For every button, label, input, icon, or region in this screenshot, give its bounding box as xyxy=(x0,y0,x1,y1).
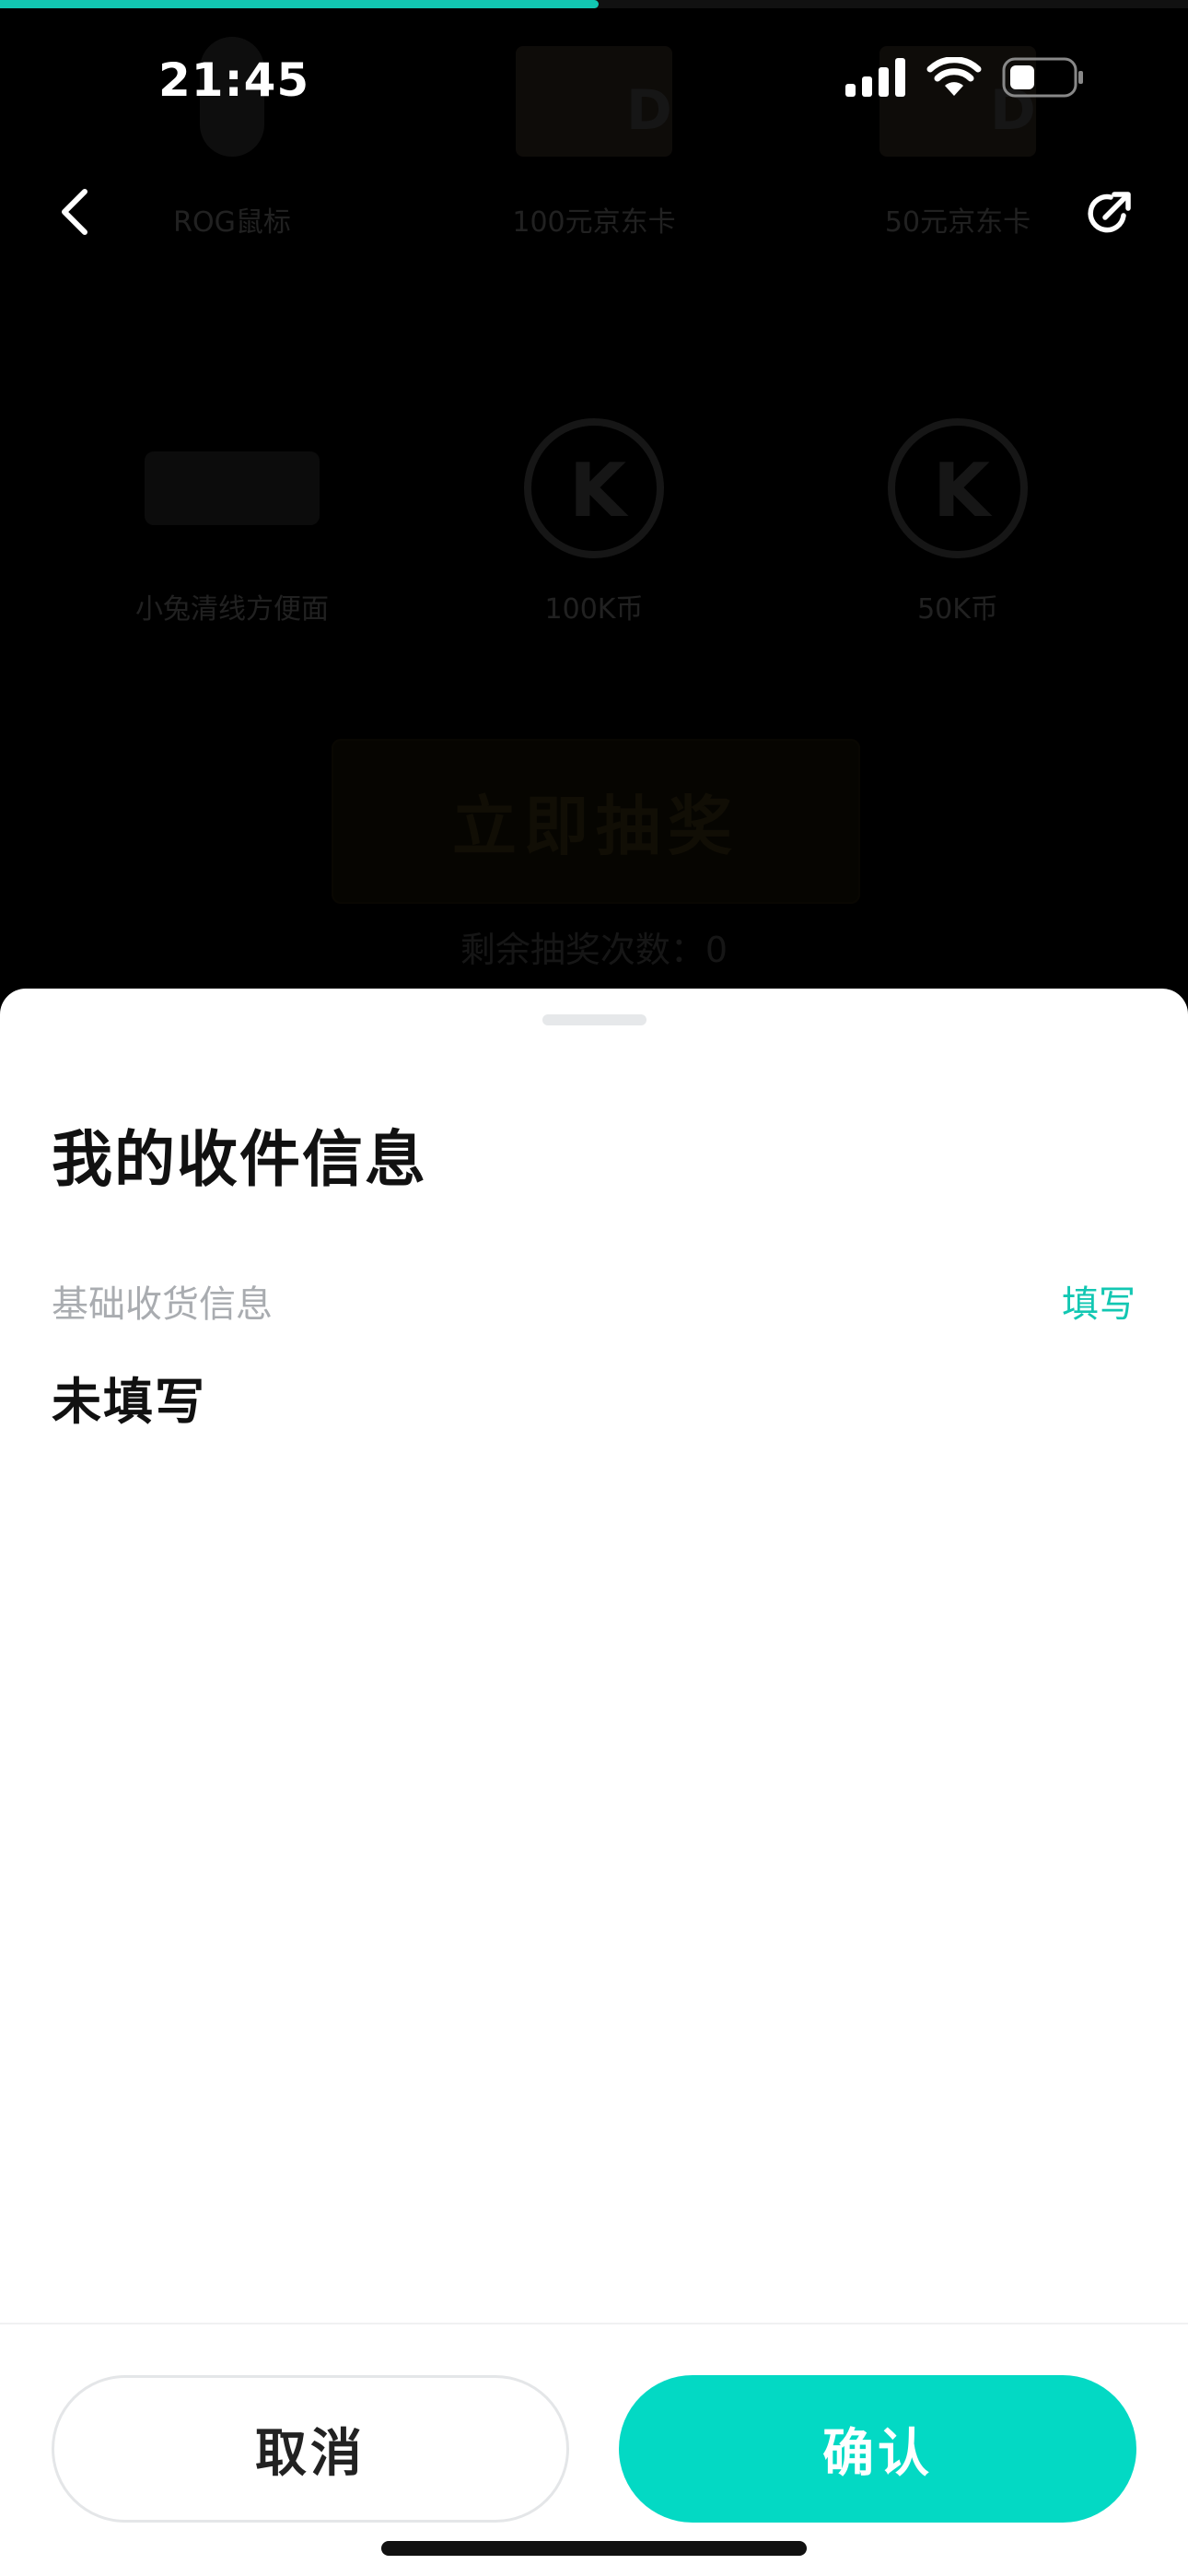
background-page-overlay: ROG鼠标 D 100元京东卡 D 50元京东卡 小兔清线方便面 K 100K币… xyxy=(0,0,1188,990)
footer-divider xyxy=(0,2323,1188,2324)
prize-item: K 100K币 xyxy=(447,415,741,626)
cancel-button[interactable]: 取消 xyxy=(52,2375,569,2523)
prize-item: D 100元京东卡 xyxy=(447,28,741,240)
prize-label: 100元京东卡 xyxy=(512,206,676,239)
remaining-draws-text: 剩余抽奖次数：0 xyxy=(460,930,728,970)
chevron-left-icon[interactable] xyxy=(55,184,94,240)
prize-item: 小兔清线方便面 xyxy=(85,415,379,626)
home-indicator xyxy=(381,2541,807,2556)
battery-icon xyxy=(1002,57,1083,98)
k-coin-icon: K xyxy=(888,418,1028,558)
confirm-button[interactable]: 确认 xyxy=(619,2375,1136,2523)
prize-label: 50K币 xyxy=(917,593,998,626)
fill-in-link[interactable]: 填写 xyxy=(1062,1274,1136,1328)
prize-label: 小兔清线方便面 xyxy=(135,593,329,626)
draw-now-button: 立即抽奖 xyxy=(332,739,860,904)
sheet-title: 我的收件信息 xyxy=(52,1124,427,1195)
gift-card-icon: D xyxy=(516,46,672,157)
svg-text:K: K xyxy=(933,448,993,533)
status-icons xyxy=(845,57,1085,98)
share-icon[interactable] xyxy=(1083,188,1135,240)
basic-shipping-info-label: 基础收货信息 xyxy=(52,1283,273,1326)
wifi-icon xyxy=(926,57,982,96)
noodle-pack-icon xyxy=(145,451,320,525)
svg-text:D: D xyxy=(626,78,672,143)
svg-text:K: K xyxy=(569,448,629,533)
prize-label: 50元京东卡 xyxy=(884,206,1031,239)
cellular-signal-icon xyxy=(845,58,905,97)
status-time: 21:45 xyxy=(158,53,310,107)
gift-card-icon: D xyxy=(879,46,1036,157)
prize-label: ROG鼠标 xyxy=(173,206,291,239)
prize-label: 100K币 xyxy=(544,593,644,626)
prize-item: K 50K币 xyxy=(810,415,1105,626)
sheet-drag-handle[interactable] xyxy=(542,1014,646,1025)
k-coin-icon: K xyxy=(524,418,664,558)
shipping-info-sheet: 我的收件信息 基础收货信息 填写 未填写 取消 确认 xyxy=(0,989,1188,2576)
shipping-info-value: 未填写 xyxy=(52,1373,206,1431)
